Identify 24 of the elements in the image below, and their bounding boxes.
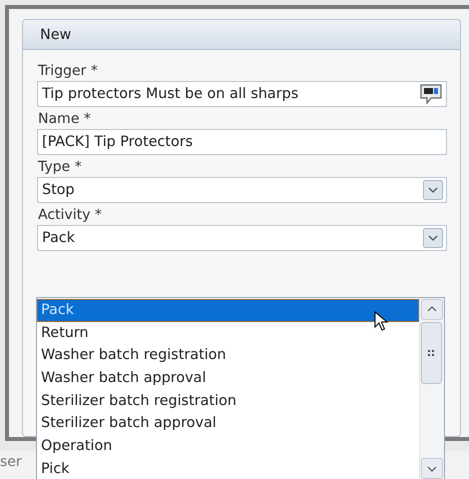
field-label: Activity * (37, 206, 102, 225)
scroll-thumb[interactable] (421, 322, 442, 384)
dropdown-option[interactable]: Sterilizer batch registration (37, 390, 419, 412)
scrollbar[interactable] (419, 298, 444, 479)
dropdown-option[interactable]: Pick (37, 458, 419, 479)
input-field[interactable]: [PACK] Tip Protectors (37, 129, 447, 155)
dropdown-option[interactable]: Washer batch approval (37, 367, 419, 390)
field-label: Trigger * (37, 62, 98, 81)
dropdown-option[interactable]: Sterilizer batch approval (37, 412, 419, 436)
panel-title: New (40, 26, 72, 42)
dropdown-option[interactable]: Return (37, 322, 419, 344)
input-field[interactable]: Pack (37, 225, 447, 251)
input-field[interactable]: Stop (37, 177, 447, 203)
field-label: Type * (37, 158, 82, 177)
input-field[interactable]: Tip protectors Must be on all sharps (37, 81, 447, 107)
field-label: Name * (37, 110, 91, 129)
dropdown-option[interactable]: Pack (37, 299, 419, 322)
mouse-cursor-icon (374, 311, 388, 332)
footer-text: ser (0, 454, 22, 470)
dropdown-option[interactable]: Operation (37, 435, 419, 458)
scroll-down-icon[interactable] (421, 458, 443, 479)
speech-bubble-icon[interactable] (419, 83, 443, 105)
dropdown-option[interactable]: Washer batch registration (37, 344, 419, 368)
scroll-up-icon[interactable] (421, 299, 443, 320)
